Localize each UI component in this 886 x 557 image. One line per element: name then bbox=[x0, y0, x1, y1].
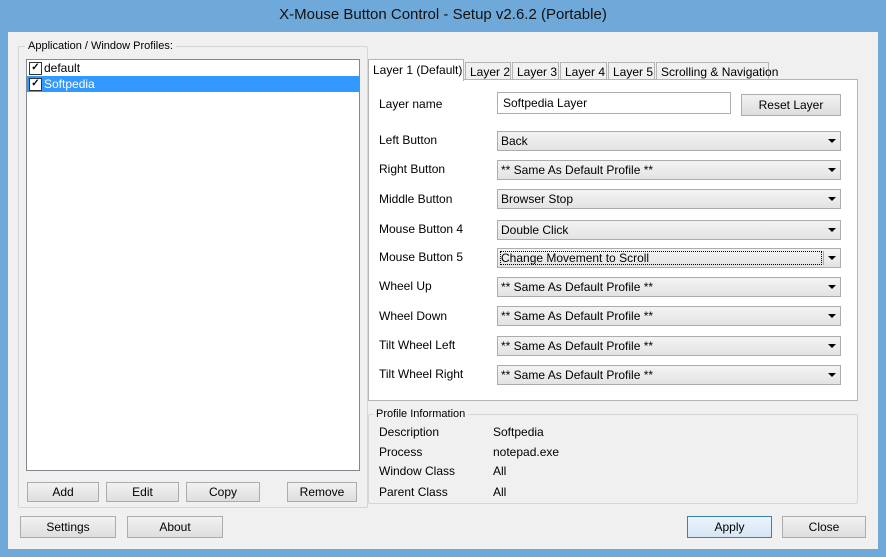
wheel-down-select[interactable]: ** Same As Default Profile ** bbox=[497, 306, 841, 326]
dropdown-arrow-icon bbox=[828, 168, 836, 172]
middle-button-value: Browser Stop bbox=[501, 192, 574, 206]
process-value: notepad.exe bbox=[493, 445, 560, 459]
profile-info-group-label: Profile Information bbox=[373, 408, 469, 420]
description-label: Description bbox=[379, 425, 440, 439]
profiles-listbox[interactable]: ✓ default ✓ Softpedia bbox=[26, 59, 360, 471]
right-button-select[interactable]: ** Same As Default Profile ** bbox=[497, 160, 841, 180]
tilt-wheel-left-select[interactable]: ** Same As Default Profile ** bbox=[497, 336, 841, 356]
dropdown-arrow-icon bbox=[828, 197, 836, 201]
dropdown-arrow-icon bbox=[828, 256, 836, 260]
dropdown-arrow-icon bbox=[828, 139, 836, 143]
remove-button[interactable]: Remove bbox=[287, 482, 357, 502]
dialog-client-area: Application / Window Profiles: ✓ default… bbox=[8, 32, 878, 549]
mouse-button-4-label: Mouse Button 4 bbox=[379, 222, 464, 236]
settings-button[interactable]: Settings bbox=[20, 516, 116, 538]
mouse-button-5-label: Mouse Button 5 bbox=[379, 250, 464, 264]
wheel-up-select[interactable]: ** Same As Default Profile ** bbox=[497, 277, 841, 297]
tab-scrolling-navigation[interactable]: Scrolling & Navigation bbox=[656, 62, 778, 80]
edit-button[interactable]: Edit bbox=[106, 482, 179, 502]
mouse-button-4-select[interactable]: Double Click bbox=[497, 220, 841, 240]
profile-item-softpedia[interactable]: ✓ Softpedia bbox=[27, 76, 359, 92]
tilt-wheel-right-label: Tilt Wheel Right bbox=[379, 367, 464, 381]
left-button-label: Left Button bbox=[379, 133, 438, 147]
wheel-up-value: ** Same As Default Profile ** bbox=[501, 280, 654, 294]
parent-class-value: All bbox=[493, 485, 507, 499]
title-bar: X-Mouse Button Control - Setup v2.6.2 (P… bbox=[0, 0, 886, 32]
left-button-select[interactable]: Back bbox=[497, 131, 841, 151]
right-button-label: Right Button bbox=[379, 162, 446, 176]
dropdown-arrow-icon bbox=[828, 344, 836, 348]
profiles-group-label: Application / Window Profiles: bbox=[25, 40, 176, 52]
copy-button[interactable]: Copy bbox=[186, 482, 260, 502]
combo-separator bbox=[823, 251, 824, 265]
mouse-button-5-select[interactable]: Change Movement to Scroll bbox=[497, 248, 841, 268]
tab-layer-2[interactable]: Layer 2 bbox=[465, 62, 511, 80]
tab-layer-1[interactable]: Layer 1 (Default) bbox=[368, 59, 464, 81]
window-class-value: All bbox=[493, 464, 507, 478]
right-button-value: ** Same As Default Profile ** bbox=[501, 163, 654, 177]
window-class-label: Window Class bbox=[379, 464, 456, 478]
layer-tab-panel: Layer name Softpedia Layer Reset Layer L… bbox=[368, 79, 858, 401]
profile-info-group: Description Softpedia Process notepad.ex… bbox=[368, 414, 858, 504]
description-value: Softpedia bbox=[493, 425, 544, 439]
focus-rectangle bbox=[500, 251, 822, 265]
mouse-button-4-value: Double Click bbox=[501, 223, 569, 237]
middle-button-label: Middle Button bbox=[379, 192, 453, 206]
checkbox-default[interactable]: ✓ bbox=[29, 61, 42, 75]
process-label: Process bbox=[379, 445, 423, 459]
window-title: X-Mouse Button Control - Setup v2.6.2 (P… bbox=[279, 6, 607, 23]
reset-layer-button[interactable]: Reset Layer bbox=[741, 94, 841, 116]
wheel-up-label: Wheel Up bbox=[379, 279, 432, 293]
dropdown-arrow-icon bbox=[828, 373, 836, 377]
layer-name-label: Layer name bbox=[379, 97, 443, 111]
tilt-wheel-right-select[interactable]: ** Same As Default Profile ** bbox=[497, 365, 841, 385]
wheel-down-value: ** Same As Default Profile ** bbox=[501, 309, 654, 323]
wheel-down-label: Wheel Down bbox=[379, 309, 448, 323]
tilt-wheel-left-label: Tilt Wheel Left bbox=[379, 338, 456, 352]
profile-item-label: default bbox=[44, 61, 81, 75]
profile-item-label: Softpedia bbox=[44, 77, 95, 91]
parent-class-label: Parent Class bbox=[379, 485, 448, 499]
close-button[interactable]: Close bbox=[782, 516, 866, 538]
tilt-wheel-left-value: ** Same As Default Profile ** bbox=[501, 339, 654, 353]
tab-layer-4[interactable]: Layer 4 bbox=[560, 62, 607, 80]
dropdown-arrow-icon bbox=[828, 314, 836, 318]
tab-layer-5[interactable]: Layer 5 bbox=[608, 62, 655, 80]
dropdown-arrow-icon bbox=[828, 285, 836, 289]
layer-name-input[interactable]: Softpedia Layer bbox=[497, 92, 731, 114]
apply-button[interactable]: Apply bbox=[687, 516, 772, 538]
checkbox-softpedia[interactable]: ✓ bbox=[29, 77, 42, 91]
left-button-value: Back bbox=[501, 134, 528, 148]
about-button[interactable]: About bbox=[127, 516, 223, 538]
tab-layer-3[interactable]: Layer 3 bbox=[512, 62, 559, 80]
tilt-wheel-right-value: ** Same As Default Profile ** bbox=[501, 368, 654, 382]
add-button[interactable]: Add bbox=[27, 482, 99, 502]
middle-button-select[interactable]: Browser Stop bbox=[497, 189, 841, 209]
dropdown-arrow-icon bbox=[828, 228, 836, 232]
profile-item-default[interactable]: ✓ default bbox=[27, 60, 359, 76]
